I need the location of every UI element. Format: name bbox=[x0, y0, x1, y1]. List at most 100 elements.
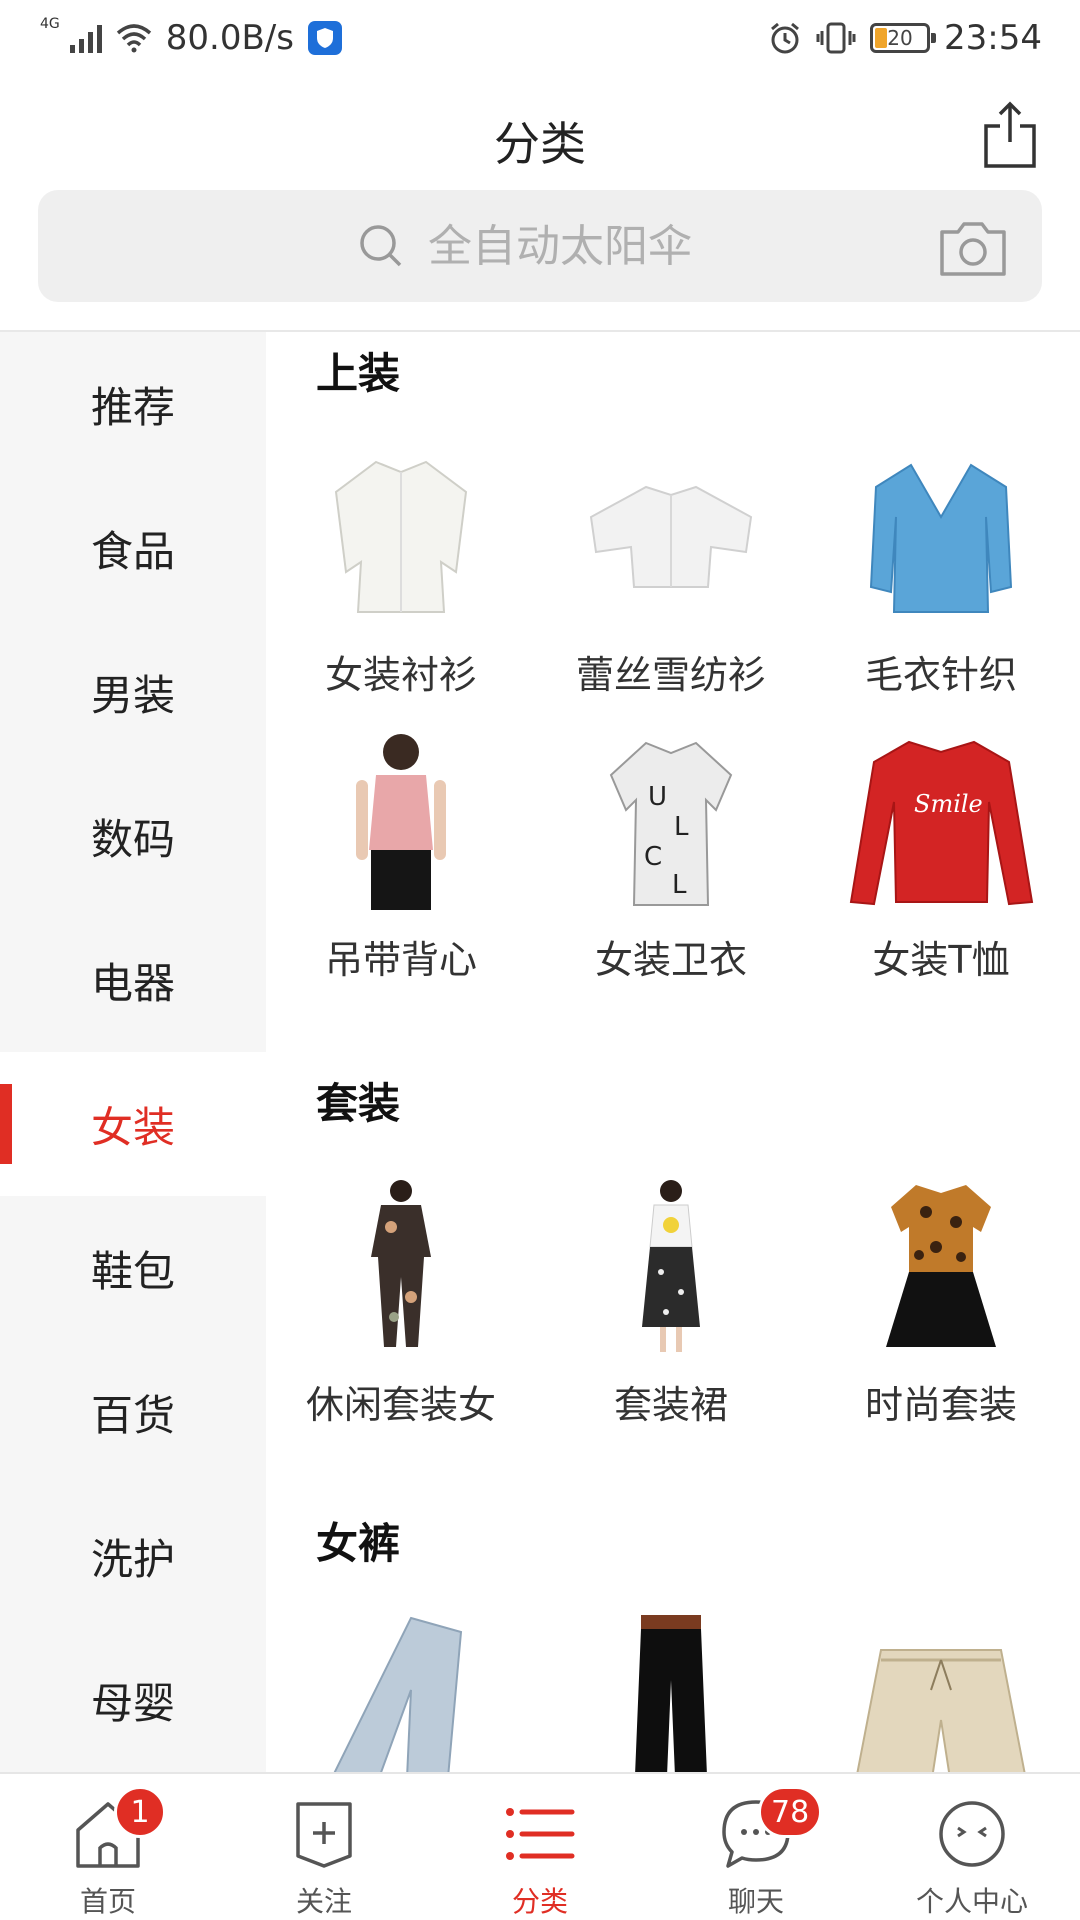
search-bar[interactable] bbox=[38, 190, 1042, 302]
battery-level: 20 bbox=[887, 26, 913, 50]
category-item[interactable]: 休闲套装女 bbox=[266, 1172, 536, 1429]
sidebar-item-label: 食品 bbox=[90, 526, 175, 576]
category-item-label: 女装卫衣 bbox=[594, 938, 747, 982]
category-item-label: 时尚套装 bbox=[864, 1383, 1017, 1427]
black-wide-pants-image bbox=[576, 1610, 766, 1772]
search-input[interactable] bbox=[428, 220, 828, 272]
notification-badge: 1 bbox=[114, 1786, 166, 1838]
category-item[interactable]: 女装衬衫 bbox=[266, 442, 536, 699]
nav-chat[interactable]: 78 聊天 bbox=[648, 1774, 864, 1920]
sidebar-item-label: 女装 bbox=[90, 1102, 175, 1152]
nav-home[interactable]: 1 首页 bbox=[0, 1774, 216, 1920]
blue-cardigan-image bbox=[846, 442, 1036, 632]
sidebar-item-appliances[interactable]: 电器 bbox=[0, 908, 266, 1052]
category-item-label: 吊带背心 bbox=[324, 938, 477, 982]
svg-text:L: L bbox=[674, 812, 689, 842]
category-item-label: 套装裙 bbox=[613, 1383, 728, 1427]
search-icon bbox=[360, 225, 402, 267]
white-chiffon-top-image bbox=[576, 442, 766, 632]
category-item[interactable] bbox=[266, 1610, 536, 1772]
category-item[interactable]: 毛衣针织 bbox=[806, 442, 1076, 699]
message-badge: 78 bbox=[758, 1786, 823, 1838]
pink-tank-top-image bbox=[306, 727, 496, 917]
sidebar-item-mother-baby[interactable]: 母婴 bbox=[0, 1628, 266, 1772]
sidebar-item-food[interactable]: 食品 bbox=[0, 476, 266, 620]
category-item[interactable] bbox=[806, 1610, 1076, 1772]
category-item-label: 蕾丝雪纺衫 bbox=[575, 653, 766, 697]
status-right: 20 23:54 bbox=[768, 18, 1042, 58]
active-indicator bbox=[0, 1084, 12, 1164]
light-jeans-image bbox=[306, 1610, 496, 1772]
leopard-top-black-skirt-image bbox=[846, 1172, 1036, 1362]
profile-icon bbox=[939, 1801, 1005, 1867]
sidebar-item-label: 鞋包 bbox=[90, 1246, 175, 1296]
signal-icon bbox=[69, 23, 102, 53]
sidebar-item-label: 数码 bbox=[90, 814, 175, 864]
clock: 23:54 bbox=[944, 18, 1042, 58]
white-shirt-image bbox=[306, 442, 496, 632]
nav-profile[interactable]: 个人中心 bbox=[864, 1774, 1080, 1920]
category-item-label: 休闲套装女 bbox=[305, 1383, 496, 1427]
sidebar-item-menswear[interactable]: 男装 bbox=[0, 620, 266, 764]
battery-icon: 20 bbox=[870, 23, 937, 53]
svg-text:Smile: Smile bbox=[914, 790, 983, 818]
svg-text:L: L bbox=[672, 870, 687, 900]
nav-follow[interactable]: 关注 bbox=[216, 1774, 432, 1920]
camera-icon[interactable] bbox=[938, 218, 1008, 278]
svg-text:C: C bbox=[644, 842, 662, 872]
sidebar-item-label: 百货 bbox=[90, 1390, 175, 1440]
follow-icon bbox=[296, 1802, 352, 1868]
share-icon[interactable] bbox=[980, 100, 1040, 170]
category-item-label: 女装T恤 bbox=[872, 938, 1010, 982]
category-item[interactable]: 蕾丝雪纺衫 bbox=[536, 442, 806, 699]
category-item[interactable]: 时尚套装 bbox=[806, 1172, 1076, 1429]
vibrate-icon bbox=[816, 22, 856, 54]
status-left: 4G 80.0B/s bbox=[40, 16, 342, 58]
printed-set-image bbox=[306, 1172, 496, 1362]
category-item[interactable]: 吊带背心 bbox=[266, 727, 536, 984]
category-item[interactable] bbox=[536, 1610, 806, 1772]
wifi-icon bbox=[116, 24, 151, 53]
category-item-label: 女装衬衫 bbox=[324, 653, 477, 697]
sidebar-item-label: 洗护 bbox=[90, 1534, 175, 1584]
alarm-icon bbox=[771, 22, 799, 54]
nav-label: 关注 bbox=[295, 1885, 352, 1918]
sidebar-item-label: 推荐 bbox=[90, 382, 175, 432]
shield-icon bbox=[307, 21, 342, 55]
sidebar-item-general-goods[interactable]: 百货 bbox=[0, 1340, 266, 1484]
status-bar: 4G 80.0B/s 20 23:54 bbox=[0, 0, 1080, 76]
nav-label: 首页 bbox=[79, 1885, 136, 1918]
category-item[interactable]: Smile 女装T恤 bbox=[806, 727, 1076, 984]
section-title-pants: 女裤 bbox=[316, 1519, 401, 1568]
section-title-sets: 套装 bbox=[316, 1079, 401, 1128]
sidebar-item-shoes-bags[interactable]: 鞋包 bbox=[0, 1196, 266, 1340]
letter-print-shirt-image: U L C L bbox=[576, 727, 766, 917]
category-sidebar: 推荐 食品 男装 数码 电器 女装 鞋包 百货 洗护 母婴 bbox=[0, 332, 266, 1772]
section-title-tops: 上装 bbox=[316, 349, 401, 398]
page-title: 分类 bbox=[494, 117, 586, 171]
category-content: 上装 女装衬衫 蕾丝雪纺衫 毛衣针织 吊带背心 U L C L 女装卫衣 Smi… bbox=[266, 332, 1080, 1772]
nav-label: 聊天 bbox=[727, 1885, 784, 1918]
sidebar-item-label: 电器 bbox=[90, 958, 175, 1008]
sidebar-item-personal-care[interactable]: 洗护 bbox=[0, 1484, 266, 1628]
category-icon bbox=[506, 1808, 575, 1860]
nav-label: 个人中心 bbox=[915, 1885, 1028, 1918]
sidebar-item-womenswear[interactable]: 女装 bbox=[0, 1052, 266, 1196]
nav-label: 分类 bbox=[511, 1885, 568, 1918]
category-item[interactable]: U L C L 女装卫衣 bbox=[536, 727, 806, 984]
sidebar-item-label: 男装 bbox=[90, 670, 175, 720]
nav-category[interactable]: 分类 bbox=[432, 1774, 648, 1920]
sidebar-item-label: 母婴 bbox=[90, 1678, 175, 1728]
sidebar-item-recommend[interactable]: 推荐 bbox=[0, 332, 266, 476]
header: 分类 bbox=[0, 76, 1080, 186]
bottom-nav: 1 首页 关注 分类 78 聊天 个人中心 bbox=[0, 1772, 1080, 1920]
svg-text:U: U bbox=[648, 782, 667, 812]
network-type: 4G bbox=[40, 16, 60, 32]
khaki-shorts-image bbox=[846, 1610, 1036, 1772]
sidebar-item-digital[interactable]: 数码 bbox=[0, 764, 266, 908]
category-item-label: 毛衣针织 bbox=[864, 653, 1017, 697]
red-long-sleeve-tee-image: Smile bbox=[846, 727, 1036, 917]
network-speed: 80.0B/s bbox=[165, 18, 294, 58]
skirt-set-image bbox=[576, 1172, 766, 1362]
category-item[interactable]: 套装裙 bbox=[536, 1172, 806, 1429]
